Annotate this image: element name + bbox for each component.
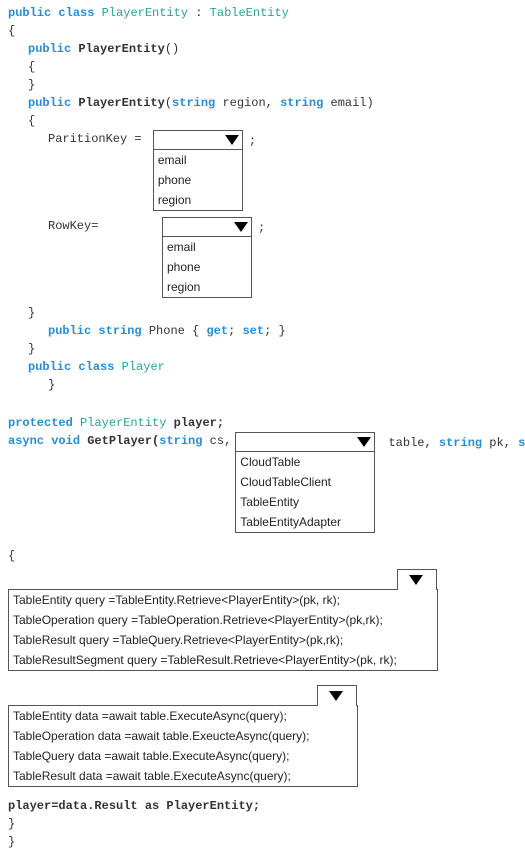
option-cloudtable[interactable]: CloudTable bbox=[236, 452, 374, 472]
kw-class: class bbox=[58, 6, 94, 20]
chevron-down-icon bbox=[225, 135, 239, 145]
rowkey-label: RowKey= bbox=[48, 217, 158, 235]
list-row[interactable]: TableResult query =TableQuery.Retrieve<P… bbox=[9, 630, 437, 650]
paritionkey-row: ParitionKey = email phone region ; bbox=[8, 130, 517, 211]
txt: GetPlayer( bbox=[80, 434, 159, 448]
brace: { bbox=[8, 58, 517, 76]
option-region[interactable]: region bbox=[163, 277, 251, 297]
phone-prop: public string Phone { get; set; } bbox=[8, 322, 517, 340]
paritionkey-label: ParitionKey = bbox=[48, 130, 149, 148]
kw: class bbox=[78, 360, 114, 374]
txt: cs, bbox=[202, 434, 231, 448]
option-cloudtableclient[interactable]: CloudTableClient bbox=[236, 472, 374, 492]
paritionkey-dropdown[interactable]: email phone region bbox=[153, 130, 243, 211]
txt: pk, bbox=[482, 436, 518, 450]
ctor1: public PlayerEntity() bbox=[8, 40, 517, 58]
option-tableentity[interactable]: TableEntity bbox=[236, 492, 374, 512]
getplayer-rest: table, string pk, string rk) bbox=[381, 432, 525, 452]
option-phone[interactable]: phone bbox=[163, 257, 251, 277]
kw: public bbox=[48, 324, 91, 338]
list-dropdown-tab[interactable] bbox=[397, 569, 437, 590]
txt: ; bbox=[228, 324, 242, 338]
semicolon: ; bbox=[249, 130, 256, 150]
query-list[interactable]: TableEntity query =TableEntity.Retrieve<… bbox=[8, 589, 438, 671]
kw: public bbox=[28, 42, 71, 56]
tabletype-dropdown[interactable]: CloudTable CloudTableClient TableEntity … bbox=[235, 432, 375, 533]
p: ( bbox=[165, 96, 172, 110]
kw: public bbox=[28, 96, 71, 110]
dropdown-options[interactable]: email phone region bbox=[153, 150, 243, 211]
list-row[interactable]: TableEntity data =await table.ExecuteAsy… bbox=[9, 706, 357, 726]
option-phone[interactable]: phone bbox=[154, 170, 242, 190]
arg: region, bbox=[215, 96, 280, 110]
kw: string bbox=[280, 96, 323, 110]
kw: async bbox=[8, 434, 44, 448]
brace: } bbox=[8, 76, 517, 94]
data-list[interactable]: TableEntity data =await table.ExecuteAsy… bbox=[8, 705, 358, 787]
brace: } bbox=[8, 304, 517, 322]
brace: } bbox=[8, 815, 517, 833]
type: Player bbox=[122, 360, 165, 374]
brace: { bbox=[8, 112, 517, 130]
kw: protected bbox=[8, 416, 73, 430]
colon: : bbox=[188, 6, 210, 20]
list-row[interactable]: TableResultSegment query =TableResult.Re… bbox=[9, 650, 437, 670]
chevron-down-icon bbox=[357, 437, 371, 447]
list-row[interactable]: TableQuery data =await table.ExecuteAsyn… bbox=[9, 746, 357, 766]
kw: string bbox=[518, 436, 525, 450]
chevron-down-icon bbox=[409, 575, 423, 585]
chevron-down-icon bbox=[234, 222, 248, 232]
chevron-down-icon bbox=[329, 691, 343, 701]
ctor2: public PlayerEntity(string region, strin… bbox=[8, 94, 517, 112]
brace: } bbox=[8, 340, 517, 358]
kw: string bbox=[439, 436, 482, 450]
brace: } bbox=[8, 833, 517, 851]
getplayer-row: async void GetPlayer(string cs, CloudTab… bbox=[8, 432, 517, 533]
ctor-name: PlayerEntity bbox=[78, 96, 164, 110]
list-row[interactable]: TableOperation data =await table.Exeucte… bbox=[9, 726, 357, 746]
txt: ; } bbox=[264, 324, 286, 338]
option-region[interactable]: region bbox=[154, 190, 242, 210]
option-tableentityadapter[interactable]: TableEntityAdapter bbox=[236, 512, 374, 532]
kw: void bbox=[51, 434, 80, 448]
txt: player; bbox=[166, 416, 224, 430]
kw: public bbox=[28, 360, 71, 374]
rowkey-dropdown[interactable]: email phone region bbox=[162, 217, 252, 298]
semicolon: ; bbox=[258, 217, 265, 237]
dropdown-options[interactable]: CloudTable CloudTableClient TableEntity … bbox=[235, 452, 375, 533]
player-field: protected PlayerEntity player; bbox=[8, 414, 517, 432]
brace-open: { bbox=[8, 22, 517, 40]
list-row[interactable]: TableEntity query =TableEntity.Retrieve<… bbox=[9, 590, 437, 610]
kw: string bbox=[159, 434, 202, 448]
player-class: public class Player bbox=[8, 358, 517, 376]
brace: } bbox=[8, 376, 517, 394]
dropdown-closed[interactable] bbox=[235, 432, 375, 452]
class-decl: public class PlayerEntity : TableEntity bbox=[8, 4, 517, 22]
rowkey-row: RowKey= email phone region ; bbox=[8, 217, 517, 298]
option-email[interactable]: email bbox=[154, 150, 242, 170]
ctor-name: PlayerEntity bbox=[78, 42, 164, 56]
kw-public: public bbox=[8, 6, 51, 20]
type-playerentity: PlayerEntity bbox=[102, 6, 188, 20]
dropdown-options[interactable]: email phone region bbox=[162, 237, 252, 298]
txt: Phone { bbox=[142, 324, 207, 338]
type: PlayerEntity bbox=[80, 416, 166, 430]
list-dropdown-tab[interactable] bbox=[317, 685, 357, 706]
type-tableentity: TableEntity bbox=[210, 6, 289, 20]
dropdown-closed[interactable] bbox=[153, 130, 243, 150]
option-email[interactable]: email bbox=[163, 237, 251, 257]
list-row[interactable]: TableOperation query =TableOperation.Ret… bbox=[9, 610, 437, 630]
kw: string bbox=[98, 324, 141, 338]
txt: table, bbox=[381, 436, 439, 450]
kw: get bbox=[206, 324, 228, 338]
kw: set bbox=[242, 324, 264, 338]
dropdown-closed[interactable] bbox=[162, 217, 252, 237]
parens: () bbox=[165, 42, 179, 56]
result-assign: player=data.Result as PlayerEntity; bbox=[8, 797, 517, 815]
kw: string bbox=[172, 96, 215, 110]
getplayer-sig: async void GetPlayer(string cs, bbox=[8, 432, 231, 450]
list-row[interactable]: TableResult data =await table.ExecuteAsy… bbox=[9, 766, 357, 786]
arg: email) bbox=[323, 96, 373, 110]
brace: { bbox=[8, 547, 517, 565]
